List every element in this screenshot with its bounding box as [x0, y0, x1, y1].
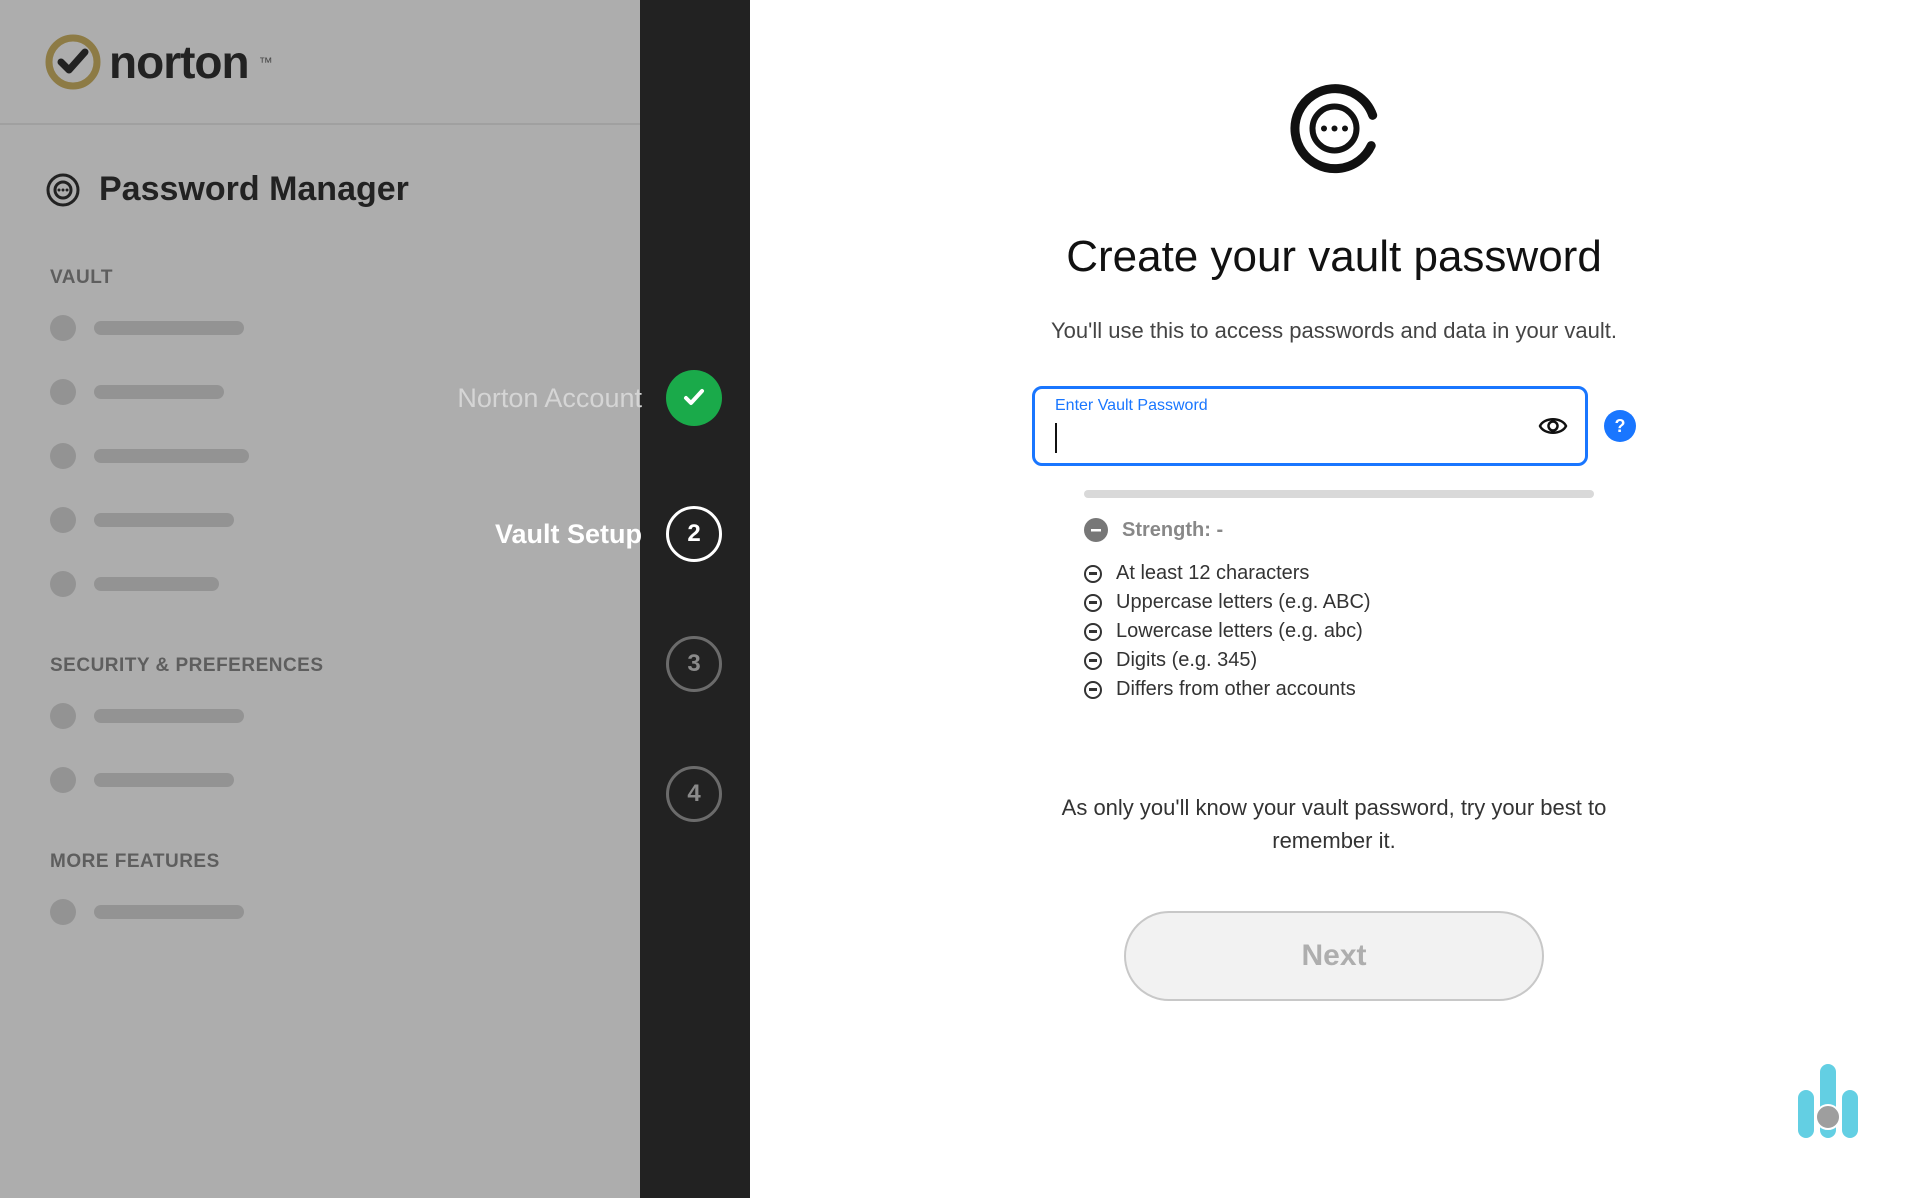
- step-badge-pending: 3: [666, 636, 722, 692]
- step-badge-current: 2: [666, 506, 722, 562]
- check-icon: [680, 384, 708, 412]
- step-label: Vault Setup: [495, 519, 642, 550]
- setup-stepper: Norton Account Vault Setup 2 3 4: [640, 0, 750, 1198]
- step-item-norton-account: Norton Account: [457, 370, 722, 426]
- step-badge-pending: 4: [666, 766, 722, 822]
- password-strength-meter: [1084, 490, 1594, 498]
- widget-bar-icon: [1842, 1090, 1858, 1138]
- question-mark-icon: ?: [1615, 416, 1626, 437]
- password-help-button[interactable]: ?: [1604, 410, 1636, 442]
- toggle-password-visibility-button[interactable]: [1537, 410, 1569, 442]
- next-button[interactable]: Next: [1124, 911, 1544, 1001]
- password-requirements-list: At least 12 characters Uppercase letters…: [1084, 562, 1604, 701]
- modal-backdrop: [0, 0, 640, 1198]
- page-title: Create your vault password: [1066, 232, 1602, 282]
- step-item-4: 4: [666, 766, 722, 822]
- vault-password-field-wrapper[interactable]: Enter Vault Password: [1032, 386, 1588, 466]
- widget-bar-icon: [1798, 1090, 1814, 1138]
- requirement-item: Digits (e.g. 345): [1084, 649, 1604, 672]
- strength-indicator-icon: [1084, 518, 1108, 542]
- step-badge-done: [666, 370, 722, 426]
- assistant-widget[interactable]: [1798, 1064, 1858, 1138]
- requirement-item: Uppercase letters (e.g. ABC): [1084, 591, 1604, 614]
- requirement-item: Differs from other accounts: [1084, 678, 1604, 701]
- requirement-unmet-icon: [1084, 652, 1102, 670]
- page-subtitle: You'll use this to access passwords and …: [1051, 318, 1617, 344]
- requirement-unmet-icon: [1084, 623, 1102, 641]
- strength-label: Strength: -: [1122, 519, 1223, 542]
- reminder-note: As only you'll know your vault password,…: [1054, 791, 1614, 857]
- requirement-unmet-icon: [1084, 594, 1102, 612]
- widget-bar-icon: [1820, 1064, 1836, 1138]
- step-item-3: 3: [666, 636, 722, 692]
- step-label: Norton Account: [457, 383, 642, 414]
- requirement-unmet-icon: [1084, 565, 1102, 583]
- setup-panel: Create your vault password You'll use th…: [750, 0, 1918, 1198]
- input-floating-label: Enter Vault Password: [1055, 397, 1529, 415]
- vault-password-icon: [1282, 76, 1387, 186]
- eye-icon: [1538, 411, 1568, 441]
- text-caret: [1055, 423, 1057, 453]
- requirement-item: Lowercase letters (e.g. abc): [1084, 620, 1604, 643]
- vault-password-input[interactable]: [1055, 415, 1529, 451]
- requirement-item: At least 12 characters: [1084, 562, 1604, 585]
- password-strength-row: Strength: -: [1084, 518, 1604, 542]
- step-item-vault-setup: Vault Setup 2: [495, 506, 722, 562]
- requirement-unmet-icon: [1084, 681, 1102, 699]
